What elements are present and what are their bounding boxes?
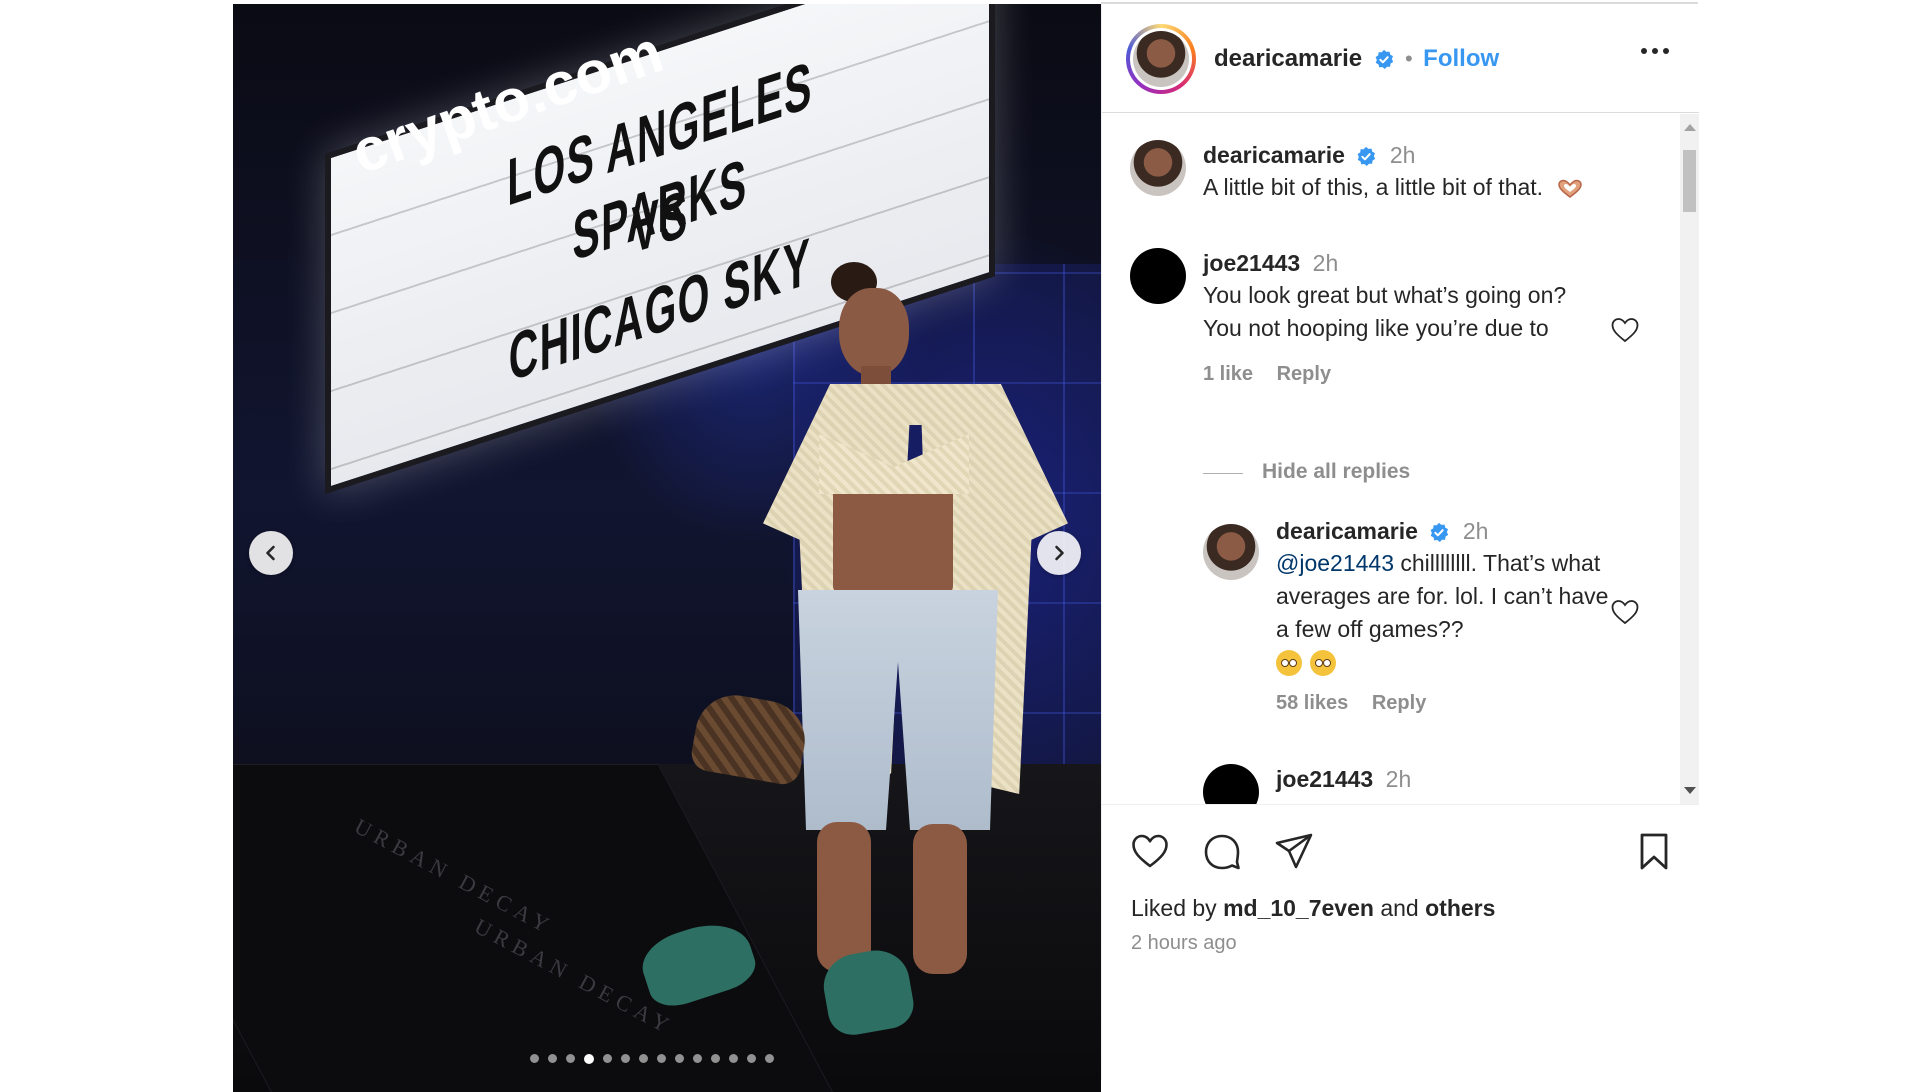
caption: dearicamarie 2h A little bit of this, a … [1203, 142, 1653, 204]
chevron-left-icon [266, 545, 275, 561]
reply-username[interactable]: dearicamarie [1276, 518, 1418, 544]
person-leg-left [817, 822, 871, 972]
story-ring[interactable] [1126, 24, 1196, 94]
avatar [1133, 31, 1189, 87]
carousel-dot [639, 1054, 648, 1063]
comment: joe21443 2h You look great but what’s go… [1203, 250, 1583, 386]
post-details-panel: dearicamarie • Follow dearicamarie 2h A … [1101, 4, 1699, 1080]
carousel-dot [765, 1054, 774, 1063]
comment-text: You look great but what’s going on? You … [1203, 282, 1567, 341]
chevron-right-icon [1055, 545, 1064, 561]
comments-scrollbar[interactable] [1680, 114, 1699, 804]
reply-mention-link[interactable]: @joe21443 [1276, 550, 1394, 576]
carousel-dot [584, 1053, 594, 1064]
caption-text: A little bit of this, a little bit of th… [1203, 174, 1544, 200]
heart-hands-icon [1558, 179, 1583, 198]
reply-avatar[interactable] [1203, 524, 1259, 580]
comment-like-heart-icon[interactable] [1610, 316, 1640, 344]
caption-avatar[interactable] [1130, 140, 1186, 196]
separator-dot: • [1405, 46, 1413, 71]
comment-time: 2h [1312, 250, 1339, 276]
more-options-button[interactable] [1641, 48, 1669, 54]
scrollbar-thumb[interactable] [1683, 150, 1696, 212]
like-heart-icon[interactable] [1130, 831, 1170, 871]
next-reply: joe21443 2h [1276, 766, 1411, 793]
reply-emojis [1276, 650, 1616, 676]
reply-time: 2h [1462, 518, 1489, 544]
hide-replies-button[interactable]: Hide all replies [1262, 460, 1410, 484]
carousel-dot [729, 1054, 738, 1063]
comment-bubble-icon[interactable] [1202, 831, 1242, 871]
verified-badge-icon [1375, 49, 1393, 69]
reply-likes-count[interactable]: 58 likes [1276, 692, 1348, 714]
more-horizontal-icon [1641, 48, 1647, 54]
post-photo[interactable]: URBAN DECAY URBAN DECAY LOS ANGELES SPAR… [233, 4, 1101, 1092]
liked-by-user-link[interactable]: md_10_7even [1223, 895, 1374, 921]
carousel-next-button[interactable] [1037, 531, 1081, 575]
scroll-up-arrow-icon[interactable] [1684, 124, 1696, 131]
carousel-dot [657, 1054, 666, 1063]
share-send-icon[interactable] [1274, 831, 1314, 871]
comment-username[interactable]: joe21443 [1203, 250, 1300, 276]
bookmark-save-icon[interactable] [1634, 831, 1674, 871]
liked-by-and: and [1373, 895, 1426, 921]
carousel-indicator [530, 1053, 774, 1092]
reply-like-heart-icon[interactable] [1610, 598, 1640, 626]
carousel-dot [693, 1054, 702, 1063]
verified-badge-icon [1357, 146, 1376, 166]
follow-button[interactable]: Follow [1423, 45, 1499, 72]
person-head [839, 288, 909, 376]
post-timestamp[interactable]: 2 hours ago [1131, 932, 1237, 955]
hide-replies-line [1203, 473, 1243, 474]
person-leg-right [913, 824, 967, 974]
caption-time: 2h [1389, 142, 1416, 168]
carousel-dot [548, 1054, 557, 1063]
next-reply-username[interactable]: joe21443 [1276, 766, 1373, 792]
carousel-dot [621, 1054, 630, 1063]
liked-by-line: Liked by md_10_7even and others [1131, 895, 1495, 922]
liked-by-prefix: Liked by [1131, 895, 1224, 921]
comment-likes-count[interactable]: 1 like [1203, 363, 1253, 385]
verified-badge-icon [1430, 522, 1449, 542]
header-username[interactable]: dearicamarie [1214, 45, 1362, 72]
reply: dearicamarie 2h @joe21443 chillllllll. T… [1276, 518, 1616, 715]
action-bar [1102, 804, 1699, 885]
carousel-prev-button[interactable] [249, 531, 293, 575]
carousel-dot [711, 1054, 720, 1063]
liked-by-others-link[interactable]: others [1425, 895, 1495, 921]
eye-roll-emoji-icon [1310, 650, 1336, 676]
comment-avatar[interactable] [1130, 248, 1186, 304]
carousel-dot [566, 1054, 575, 1063]
eye-roll-emoji-icon [1276, 650, 1302, 676]
post-header: dearicamarie • Follow [1102, 4, 1699, 113]
comments-list[interactable]: dearicamarie 2h A little bit of this, a … [1102, 114, 1682, 804]
comment-reply-button[interactable]: Reply [1277, 363, 1331, 385]
carousel-dot [603, 1054, 612, 1063]
header-user-line: dearicamarie • Follow [1214, 45, 1499, 73]
reply-reply-button[interactable]: Reply [1372, 692, 1426, 714]
next-reply-avatar[interactable] [1203, 764, 1259, 804]
carousel-dot [675, 1054, 684, 1063]
scroll-down-arrow-icon[interactable] [1684, 787, 1696, 794]
caption-username[interactable]: dearicamarie [1203, 142, 1345, 168]
carousel-dot [747, 1054, 756, 1063]
next-reply-time: 2h [1385, 766, 1412, 792]
carousel-dot [530, 1054, 539, 1063]
